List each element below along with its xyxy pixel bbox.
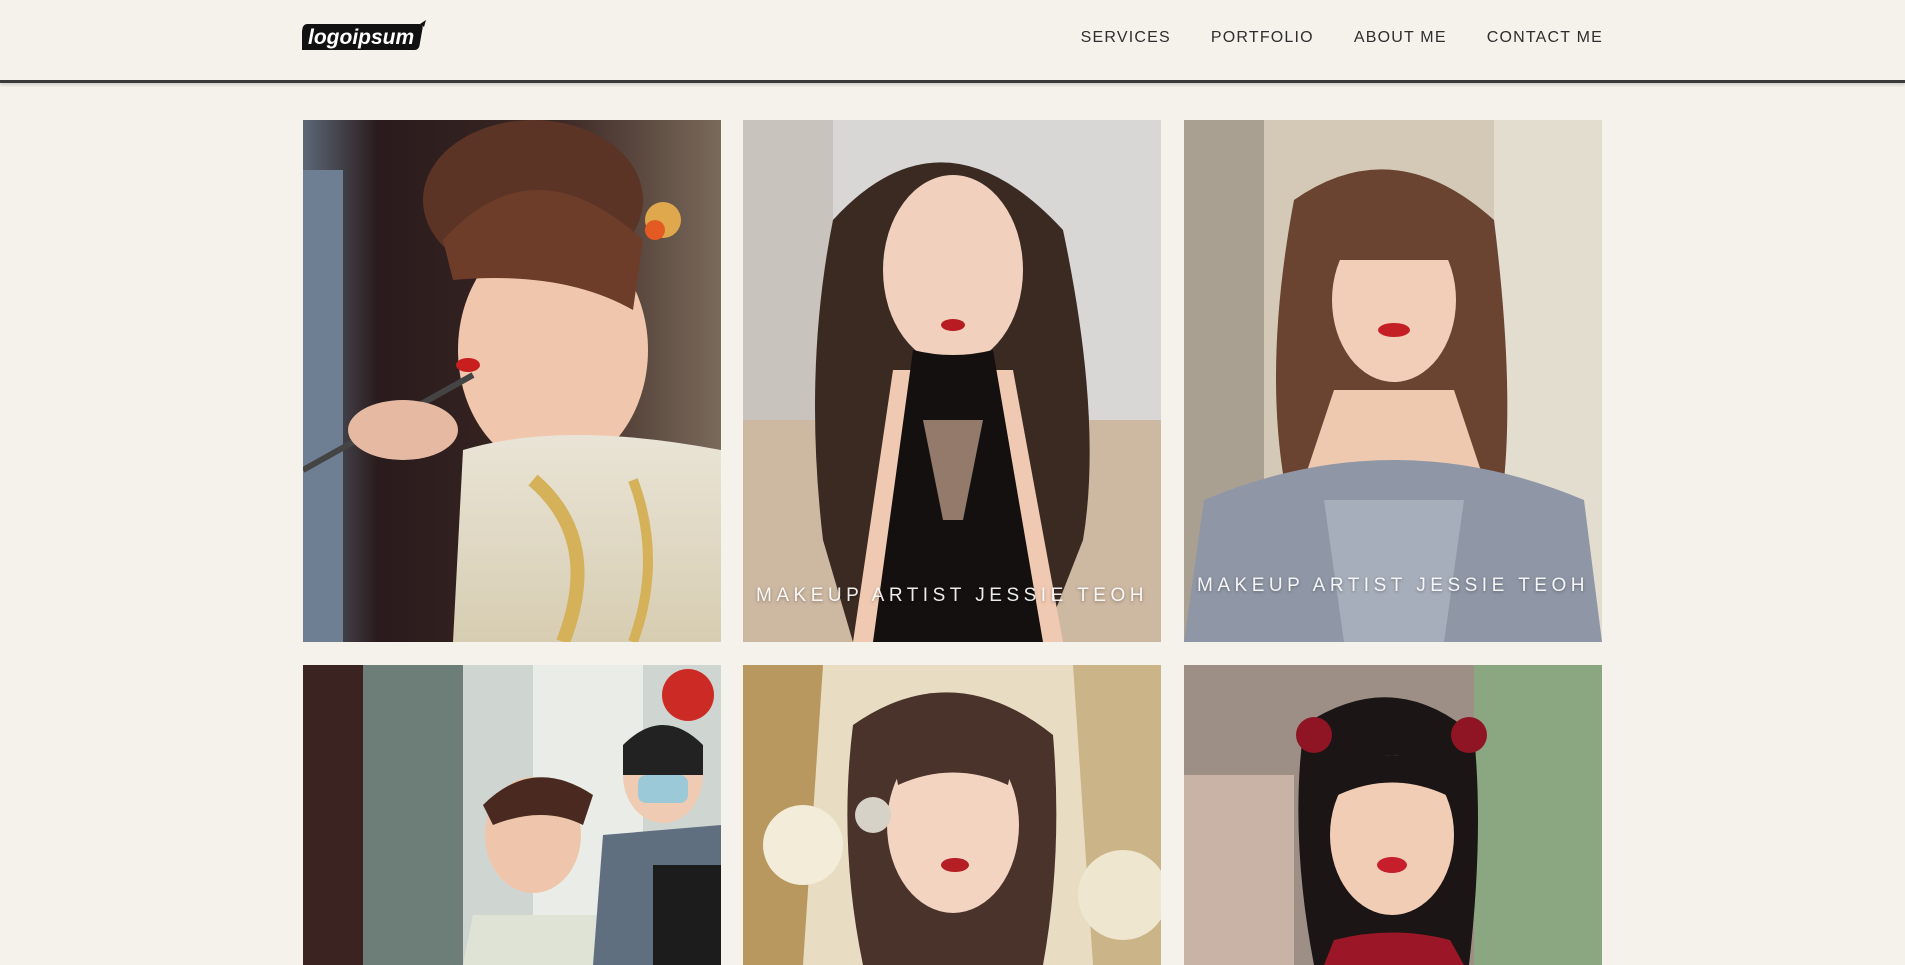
logo[interactable]: logoipsum xyxy=(302,20,432,54)
gallery-caption: MAKEUP ARTIST JESSIE TEOH xyxy=(756,585,1148,606)
gallery-caption: MAKEUP ARTIST JESSIE TEOH xyxy=(1197,575,1589,596)
gallery-photo-black-lace[interactable]: MAKEUP ARTIST JESSIE TEOH xyxy=(743,120,1161,642)
photo-image xyxy=(743,665,1161,965)
logo-mark: logoipsum xyxy=(302,20,426,50)
photo-image xyxy=(303,665,721,965)
gallery-photo-red-ornaments[interactable] xyxy=(1184,665,1602,965)
photo-image xyxy=(1184,665,1602,965)
photo-image xyxy=(1184,120,1602,642)
photo-image xyxy=(303,120,721,642)
nav-services[interactable]: SERVICES xyxy=(1081,29,1171,47)
site-header: logoipsum SERVICES PORTFOLIO ABOUT ME CO… xyxy=(0,0,1905,83)
logo-text: logoipsum xyxy=(308,26,414,49)
gallery-photo-bride-lipstick[interactable] xyxy=(303,120,721,642)
nav-portfolio[interactable]: PORTFOLIO xyxy=(1211,29,1314,47)
nav-contact-me[interactable]: CONTACT ME xyxy=(1487,29,1603,47)
main-nav: SERVICES PORTFOLIO ABOUT ME CONTACT ME xyxy=(1081,29,1603,47)
nav-about-me[interactable]: ABOUT ME xyxy=(1354,29,1447,47)
gallery-photo-grey-gown[interactable]: MAKEUP ARTIST JESSIE TEOH xyxy=(1184,120,1602,642)
photo-image xyxy=(743,120,1161,642)
gallery-photo-floral-portrait[interactable] xyxy=(743,665,1161,965)
gallery-photo-hair-styling[interactable] xyxy=(303,665,721,965)
